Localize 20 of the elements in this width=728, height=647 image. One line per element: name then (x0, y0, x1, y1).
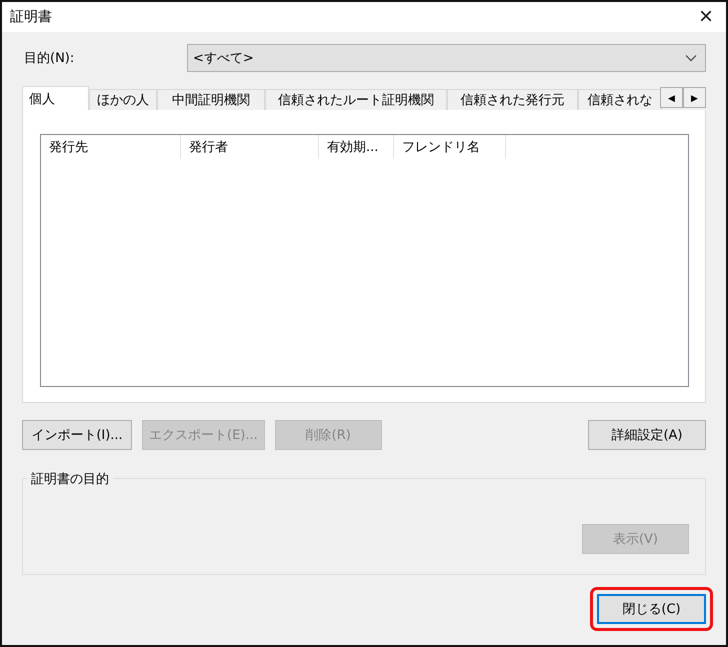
tab[interactable]: 信頼されな (578, 89, 662, 110)
group-title: 証明書の目的 (27, 470, 113, 488)
tab[interactable]: 中間証明機関 (157, 89, 265, 110)
tab[interactable]: 個人 (22, 86, 89, 110)
column-header[interactable]: フレンドリ名 (394, 135, 506, 159)
column-header[interactable]: 発行先 (41, 135, 181, 159)
tab[interactable]: 信頼された発行元 (447, 89, 578, 110)
scroll-left-button[interactable]: ◀ (660, 87, 683, 108)
tab[interactable]: 信頼されたルート証明機関 (265, 89, 447, 110)
chevron-down-icon (685, 54, 697, 62)
purpose-dropdown[interactable]: <すべて> (187, 44, 706, 72)
column-header[interactable]: 発行者 (181, 135, 319, 159)
purpose-label: 目的(N): (23, 50, 76, 67)
advanced-button[interactable]: 詳細設定(A) (588, 420, 706, 450)
action-button[interactable]: インポート(I)... (22, 420, 132, 450)
window-title: 証明書 (10, 8, 52, 26)
tab[interactable]: ほかの人 (89, 89, 157, 110)
close-button[interactable]: 閉じる(C) (597, 594, 706, 624)
column-header[interactable]: 有効期... (319, 135, 394, 159)
scroll-right-button[interactable]: ▶ (683, 87, 706, 108)
